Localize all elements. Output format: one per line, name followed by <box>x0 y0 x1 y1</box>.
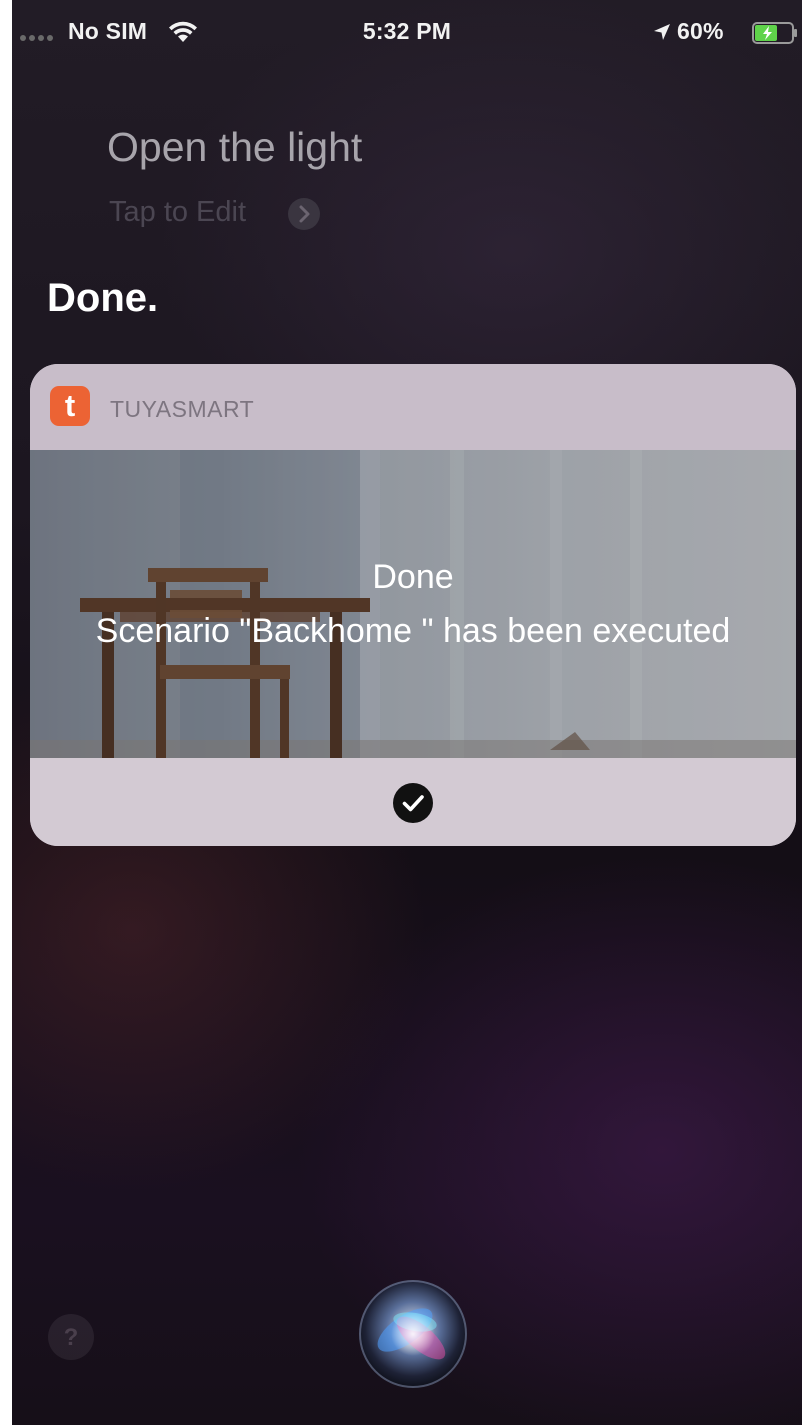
help-icon: ? <box>63 1324 79 1351</box>
image-dim-overlay <box>30 450 796 758</box>
tuyasmart-app-icon: t <box>50 386 90 426</box>
chevron-right-icon[interactable] <box>288 198 320 230</box>
app-icon-letter: t <box>64 388 76 423</box>
help-button[interactable]: ? <box>48 1314 94 1360</box>
battery-charging-icon <box>752 22 797 44</box>
siri-screen: No SIM 5:32 PM 60% Open the light Tap to… <box>12 0 802 1425</box>
result-message: Scenario "Backhome " has been executed <box>95 612 731 650</box>
checkmark-circle-icon[interactable] <box>392 782 434 824</box>
card-header: t TUYASMART <box>30 364 796 450</box>
siri-response-text: Done. <box>47 276 159 320</box>
card-background-image: Done Scenario "Backhome " has been execu… <box>30 450 796 758</box>
result-title: Done <box>372 558 454 596</box>
siri-query-text[interactable]: Open the light <box>107 124 362 171</box>
card-footer <box>30 758 796 846</box>
battery-percent: 60% <box>677 18 724 44</box>
app-name: TUYASMART <box>110 396 255 422</box>
location-arrow-icon <box>654 24 670 40</box>
status-bar: No SIM 5:32 PM 60% <box>12 0 802 64</box>
tap-to-edit-link[interactable]: Tap to Edit <box>109 196 246 229</box>
siri-orb-icon[interactable] <box>357 1278 469 1390</box>
shortcut-result-card[interactable]: t TUYASMART Done Scenario "Backhome " ha… <box>30 364 796 846</box>
